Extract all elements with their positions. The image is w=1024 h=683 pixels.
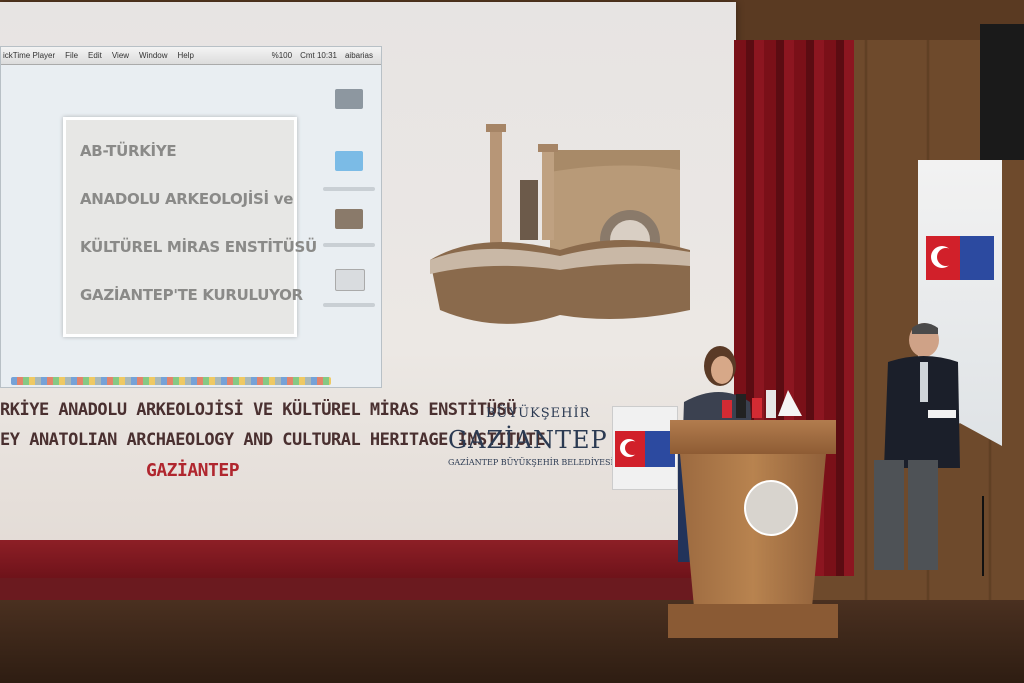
slide-line-3: KÜLTÜREL MİRAS ENSTİTÜSÜ <box>80 238 317 256</box>
desktop-label <box>323 187 375 191</box>
turkey-flag-icon <box>615 431 645 467</box>
desktop-label <box>323 303 375 307</box>
logo-sub: GAZİANTEP BÜYÜKŞEHİR BELEDİYESİ <box>448 458 614 467</box>
folder-icon <box>335 151 363 171</box>
mosaic-medallion <box>744 480 798 536</box>
man-standing <box>874 323 960 570</box>
eu-flag-icon <box>960 236 994 280</box>
logo-main: GAZİANTEP <box>448 426 608 454</box>
ruins-artwork <box>430 124 690 324</box>
logo-top: BÜYÜKŞEHİR <box>486 406 591 421</box>
slide-line-2: ANADOLU ARKEOLOJİSİ ve <box>80 190 294 208</box>
battery-level: %100 <box>271 51 293 60</box>
desktop-label <box>323 243 375 247</box>
menu-window: Window <box>139 51 168 60</box>
menu-edit: Edit <box>88 51 102 60</box>
menu-file: File <box>65 51 79 60</box>
projection-screen: ickTime Player File Edit View Window Hel… <box>0 2 736 580</box>
microphones <box>722 390 802 418</box>
screen-title-turkish: RKİYE ANADOLU ARKEOLOJİSİ VE KÜLTÜREL Mİ… <box>0 400 516 420</box>
menu-app-name: ickTime Player <box>3 51 56 60</box>
clock: Cmt 10:31 <box>300 51 337 60</box>
stage-floor <box>0 600 1024 683</box>
menu-bar: ickTime Player File Edit View Window Hel… <box>1 47 381 65</box>
turkey-flag-icon <box>926 236 960 280</box>
menu-help: Help <box>177 51 194 60</box>
dock <box>11 377 331 385</box>
eu-turkey-flag-poster <box>612 406 678 490</box>
desktop-image-icon <box>335 209 363 229</box>
menu-view: View <box>111 51 130 60</box>
screen-red-band <box>0 540 736 580</box>
slide-line-4: GAZİANTEP'TE KURULUYOR <box>80 286 303 304</box>
mic-stand <box>982 496 984 576</box>
podium-base <box>668 604 838 638</box>
slide-line-1: AB-TÜRKİYE <box>80 142 177 160</box>
slide-card: AB-TÜRKİYE ANADOLU ARKEOLOJİSİ ve KÜLTÜR… <box>63 117 317 337</box>
podium-top <box>670 420 836 454</box>
user-name: aibarias <box>344 51 373 60</box>
menu-status: %100 Cmt 10:31 aibarias <box>272 51 381 60</box>
projected-desktop: ickTime Player File Edit View Window Hel… <box>0 46 382 388</box>
desktop-file-icon <box>335 89 363 109</box>
loudspeaker <box>980 24 1024 160</box>
desktop-doc-icon <box>335 269 365 291</box>
screen-title-city: GAZİANTEP <box>146 460 240 481</box>
podium <box>680 454 826 614</box>
